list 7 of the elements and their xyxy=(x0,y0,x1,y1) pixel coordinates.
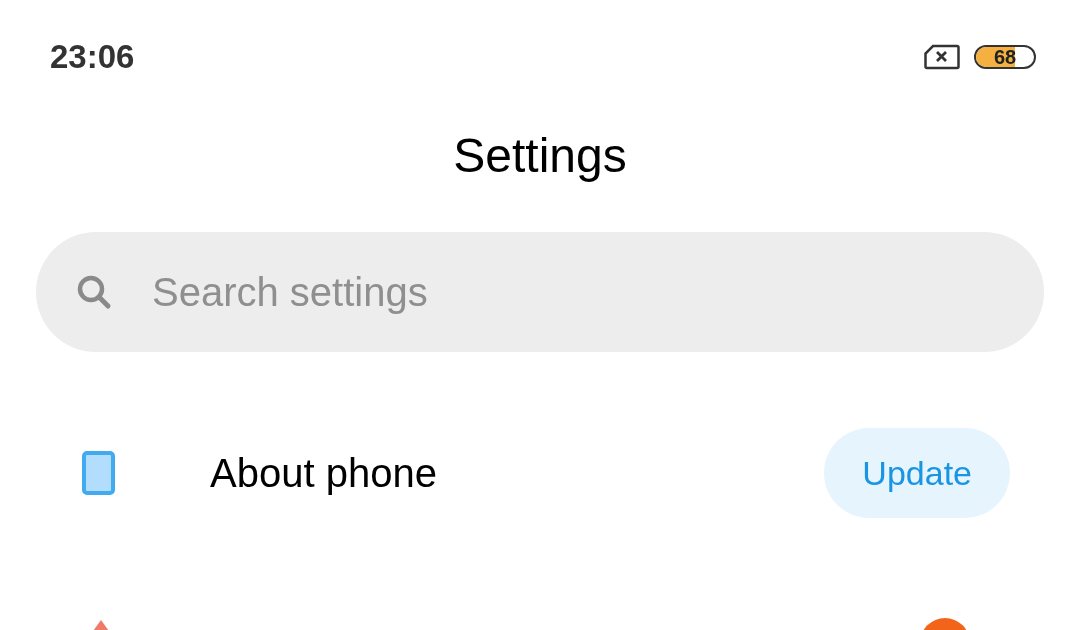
status-time: 23:06 xyxy=(50,38,135,76)
no-sim-icon xyxy=(924,44,960,70)
search-field[interactable]: Search settings xyxy=(36,232,1044,352)
item-label: About phone xyxy=(210,450,438,496)
settings-item[interactable]: About phone Update xyxy=(0,428,1080,518)
page-title: Settings xyxy=(452,128,628,184)
phone-icon xyxy=(82,451,115,495)
